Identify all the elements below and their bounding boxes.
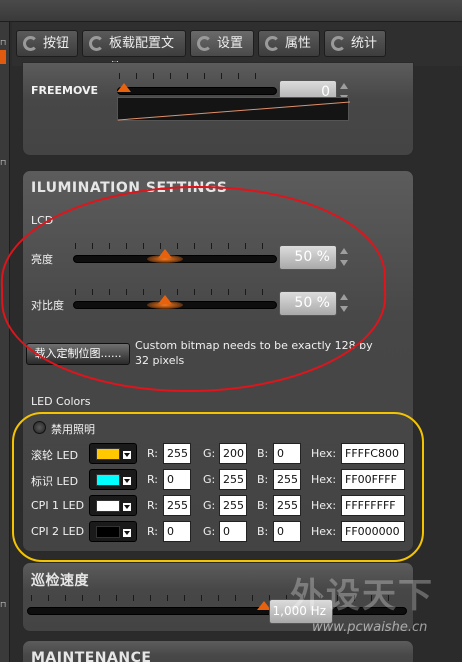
led-color-swatch xyxy=(96,474,120,486)
b-label: B: xyxy=(257,525,269,538)
r-field[interactable]: 0 xyxy=(163,521,191,542)
led-color-picker[interactable] xyxy=(89,443,137,464)
hex-label: Hex: xyxy=(311,499,337,512)
hex-label: Hex: xyxy=(311,447,337,460)
tab-label: 统计 xyxy=(351,36,378,51)
refresh-icon xyxy=(197,36,212,51)
b-field[interactable]: 255 xyxy=(273,495,301,516)
tab-onboard-profiles[interactable]: 板载配置文件 xyxy=(82,30,186,76)
led-name: CPI 1 LED xyxy=(31,499,85,512)
g-field[interactable]: 255 xyxy=(219,469,247,490)
freemove-slider-thumb[interactable] xyxy=(117,83,131,92)
refresh-icon xyxy=(265,36,280,51)
g-label: G: xyxy=(203,525,216,538)
patrol-speed-title: 巡检速度 xyxy=(31,573,89,589)
hex-field[interactable]: FF000000 xyxy=(341,521,405,542)
led-name: CPI 2 LED xyxy=(31,525,85,538)
r-label: R: xyxy=(147,447,159,460)
g-label: G: xyxy=(203,473,216,486)
slider-ticks xyxy=(75,243,271,249)
r-label: R: xyxy=(147,525,159,538)
b-label: B: xyxy=(257,499,269,512)
window-top-strip xyxy=(0,0,462,22)
g-field[interactable]: 0 xyxy=(219,521,247,542)
brightness-value-field[interactable]: 50 % xyxy=(279,245,337,270)
b-field[interactable]: 255 xyxy=(273,469,301,490)
hex-field[interactable]: FFFFFFFF xyxy=(341,495,405,516)
hex-label: Hex: xyxy=(311,473,337,486)
pin-icon[interactable]: ⊓ xyxy=(0,158,8,168)
pin-icon[interactable]: ⊓ xyxy=(0,38,8,48)
contrast-spinner[interactable] xyxy=(339,292,349,314)
bitmap-note: Custom bitmap needs to be exactly 128 by… xyxy=(135,339,373,367)
led-name: 滚轮 LED xyxy=(31,449,79,462)
r-field[interactable]: 0 xyxy=(163,469,191,490)
contrast-slider-thumb[interactable] xyxy=(158,295,172,304)
disable-lighting-radio[interactable] xyxy=(33,421,46,434)
tab-bar: 按钮 板载配置文件 设置 属性 统计 xyxy=(12,22,462,76)
r-field[interactable]: 255 xyxy=(163,495,191,516)
dropdown-arrow-icon xyxy=(123,503,131,511)
r-label: R: xyxy=(147,499,159,512)
slider-ticks xyxy=(119,73,271,79)
slider-ticks xyxy=(75,289,271,295)
refresh-icon xyxy=(89,36,104,51)
led-colors-label: LED Colors xyxy=(31,395,91,408)
maintenance-panel: MAINTENANCE xyxy=(22,640,414,662)
brightness-label: 亮度 xyxy=(31,253,53,266)
left-edge-accent xyxy=(0,50,6,64)
led-color-picker[interactable] xyxy=(89,495,137,516)
tab-label: 按钮 xyxy=(43,36,70,51)
maintenance-title: MAINTENANCE xyxy=(31,650,152,662)
g-field[interactable]: 200 xyxy=(219,443,247,464)
led-color-swatch xyxy=(96,448,120,460)
led-color-swatch xyxy=(96,526,120,538)
watermark-url: www.pcwaishe.cn xyxy=(312,620,428,635)
tab-properties[interactable]: 属性 xyxy=(258,30,320,57)
hex-field[interactable]: FF00FFFF xyxy=(341,469,405,490)
led-color-swatch xyxy=(96,500,120,512)
refresh-icon xyxy=(331,36,346,51)
hex-label: Hex: xyxy=(311,525,337,538)
contrast-value-field[interactable]: 50 % xyxy=(279,291,337,316)
tab-label: 属性 xyxy=(285,36,312,51)
illumination-title: ILUMINATION SETTINGS xyxy=(31,180,228,196)
tab-settings[interactable]: 设置 xyxy=(190,30,254,57)
tab-label: 设置 xyxy=(217,36,244,51)
g-label: G: xyxy=(203,499,216,512)
disable-lighting-label[interactable]: 禁用照明 xyxy=(51,421,95,437)
dropdown-arrow-icon xyxy=(123,477,131,485)
r-field[interactable]: 255 xyxy=(163,443,191,464)
b-label: B: xyxy=(257,473,269,486)
hex-field[interactable]: FFFFC800 xyxy=(341,443,405,464)
freemove-curve-preview xyxy=(117,97,351,121)
r-label: R: xyxy=(147,473,159,486)
led-color-picker[interactable] xyxy=(89,469,137,490)
lcd-label: LCD xyxy=(31,214,54,227)
load-bitmap-button[interactable]: 载入定制位图...... xyxy=(26,343,130,365)
illumination-panel: ILUMINATION SETTINGS LCD 亮度 50 % 对比度 50 … xyxy=(22,170,414,552)
b-field[interactable]: 0 xyxy=(273,443,301,464)
g-label: G: xyxy=(203,447,216,460)
g-field[interactable]: 255 xyxy=(219,495,247,516)
tab-buttons[interactable]: 按钮 xyxy=(16,30,78,57)
freemove-label: FREEMOVE xyxy=(31,84,99,97)
pin-icon[interactable]: ⊓ xyxy=(0,600,8,610)
tab-statistics[interactable]: 统计 xyxy=(324,30,386,57)
contrast-label: 对比度 xyxy=(31,299,64,312)
curve-line xyxy=(117,101,351,121)
brightness-spinner[interactable] xyxy=(339,246,349,268)
freemove-panel: FREEMOVE 0 xyxy=(22,62,414,156)
dropdown-arrow-icon xyxy=(123,451,131,459)
refresh-icon xyxy=(23,36,38,51)
led-color-picker[interactable] xyxy=(89,521,137,542)
b-field[interactable]: 0 xyxy=(273,521,301,542)
left-edge-column: ⊓ ⊓ ⊓ xyxy=(0,22,10,662)
led-name: 标识 LED xyxy=(31,475,79,488)
freemove-slider-track[interactable] xyxy=(117,87,277,95)
b-label: B: xyxy=(257,447,269,460)
dropdown-arrow-icon xyxy=(123,529,131,537)
watermark-logo: 外设天下 xyxy=(290,576,434,616)
brightness-slider-thumb[interactable] xyxy=(158,249,172,258)
